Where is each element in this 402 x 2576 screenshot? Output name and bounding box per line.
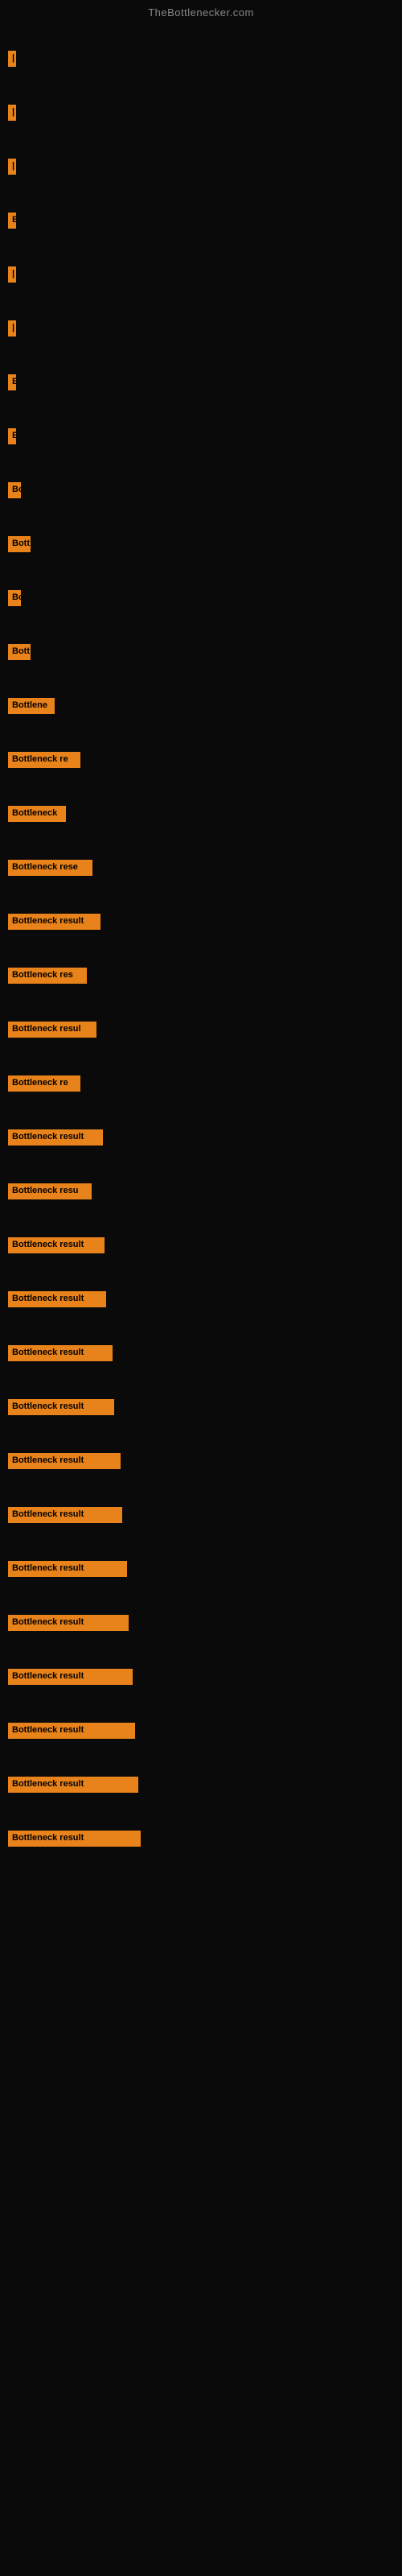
bar-row: Bottleneck result bbox=[0, 1394, 402, 1420]
bar-row: Bottleneck result bbox=[0, 909, 402, 935]
bar-row: Bottlene bbox=[0, 693, 402, 719]
bar-row: Bottleneck resu bbox=[0, 1179, 402, 1204]
bar-row: | bbox=[0, 46, 402, 72]
bar-label: Bottleneck result bbox=[8, 1291, 106, 1307]
bar-row: Bo bbox=[0, 585, 402, 611]
bar-row: Bottleneck result bbox=[0, 1772, 402, 1798]
bar-row: Bottleneck result bbox=[0, 1556, 402, 1582]
bar-row: Bottleneck resul bbox=[0, 1017, 402, 1042]
bar-label: B bbox=[8, 428, 16, 444]
bar-row: Bottleneck rese bbox=[0, 855, 402, 881]
bar-row: Bott bbox=[0, 531, 402, 557]
bar-label: Bottleneck re bbox=[8, 1075, 80, 1092]
bar-label: | bbox=[8, 51, 16, 67]
bar-label: Bottleneck resu bbox=[8, 1183, 92, 1199]
bar-label: Bottleneck result bbox=[8, 914, 100, 930]
bar-row: Bo bbox=[0, 477, 402, 503]
bar-row: Bottleneck result bbox=[0, 1125, 402, 1150]
bar-row: Bottleneck result bbox=[0, 1286, 402, 1312]
bar-label: Bo bbox=[8, 590, 21, 606]
bar-label: E bbox=[8, 213, 16, 229]
bar-label: | bbox=[8, 320, 16, 336]
bar-label: Bottleneck result bbox=[8, 1615, 129, 1631]
bar-label: Bottleneck re bbox=[8, 752, 80, 768]
bar-row: Bottleneck re bbox=[0, 1071, 402, 1096]
bar-label: Bo bbox=[8, 482, 21, 498]
bar-row: | bbox=[0, 154, 402, 180]
bar-label: Bottleneck result bbox=[8, 1129, 103, 1146]
bar-row: Bottleneck bbox=[0, 801, 402, 827]
bar-label: Bottleneck result bbox=[8, 1453, 121, 1469]
bar-label: Bottleneck result bbox=[8, 1507, 122, 1523]
bar-row: E bbox=[0, 208, 402, 233]
bar-row: Bottleneck result bbox=[0, 1664, 402, 1690]
bar-row: | bbox=[0, 316, 402, 341]
bar-label: Bottleneck resul bbox=[8, 1022, 96, 1038]
bar-label: Bottleneck result bbox=[8, 1831, 141, 1847]
bar-label: Bottleneck result bbox=[8, 1345, 113, 1361]
bar-row: B bbox=[0, 423, 402, 449]
site-title: TheBottlenecker.com bbox=[0, 0, 402, 22]
bar-label: Bottleneck result bbox=[8, 1399, 114, 1415]
bar-row: Bottleneck result bbox=[0, 1340, 402, 1366]
bar-row: Bottleneck re bbox=[0, 747, 402, 773]
bar-label: | bbox=[8, 266, 16, 283]
bar-label: Bottleneck result bbox=[8, 1561, 127, 1577]
bar-label: E bbox=[8, 374, 16, 390]
bar-label: Bott bbox=[8, 536, 31, 552]
bar-row: Bott bbox=[0, 639, 402, 665]
bar-label: Bottleneck result bbox=[8, 1237, 105, 1253]
bar-label: Bottleneck result bbox=[8, 1777, 138, 1793]
bar-label: | bbox=[8, 159, 16, 175]
bar-label: Bottleneck result bbox=[8, 1669, 133, 1685]
bar-row: Bottleneck result bbox=[0, 1718, 402, 1744]
bar-label: Bottleneck rese bbox=[8, 860, 92, 876]
bar-row: Bottleneck result bbox=[0, 1610, 402, 1636]
bar-row: | bbox=[0, 100, 402, 126]
bar-label: Bottleneck result bbox=[8, 1723, 135, 1739]
bar-row: Bottleneck result bbox=[0, 1826, 402, 1852]
bar-label: Bottleneck res bbox=[8, 968, 87, 984]
bar-row: Bottleneck result bbox=[0, 1502, 402, 1528]
bar-label: Bottleneck bbox=[8, 806, 66, 822]
bar-row: Bottleneck result bbox=[0, 1448, 402, 1474]
bar-row: E bbox=[0, 369, 402, 395]
bars-container: | | | E | | E B Bo Bott Bo Bott Bottlene Bottleneck r… bbox=[0, 46, 402, 1852]
bar-label: | bbox=[8, 105, 16, 121]
bar-row: | bbox=[0, 262, 402, 287]
bar-label: Bott bbox=[8, 644, 31, 660]
bar-row: Bottleneck result bbox=[0, 1232, 402, 1258]
bar-label: Bottlene bbox=[8, 698, 55, 714]
bar-row: Bottleneck res bbox=[0, 963, 402, 989]
